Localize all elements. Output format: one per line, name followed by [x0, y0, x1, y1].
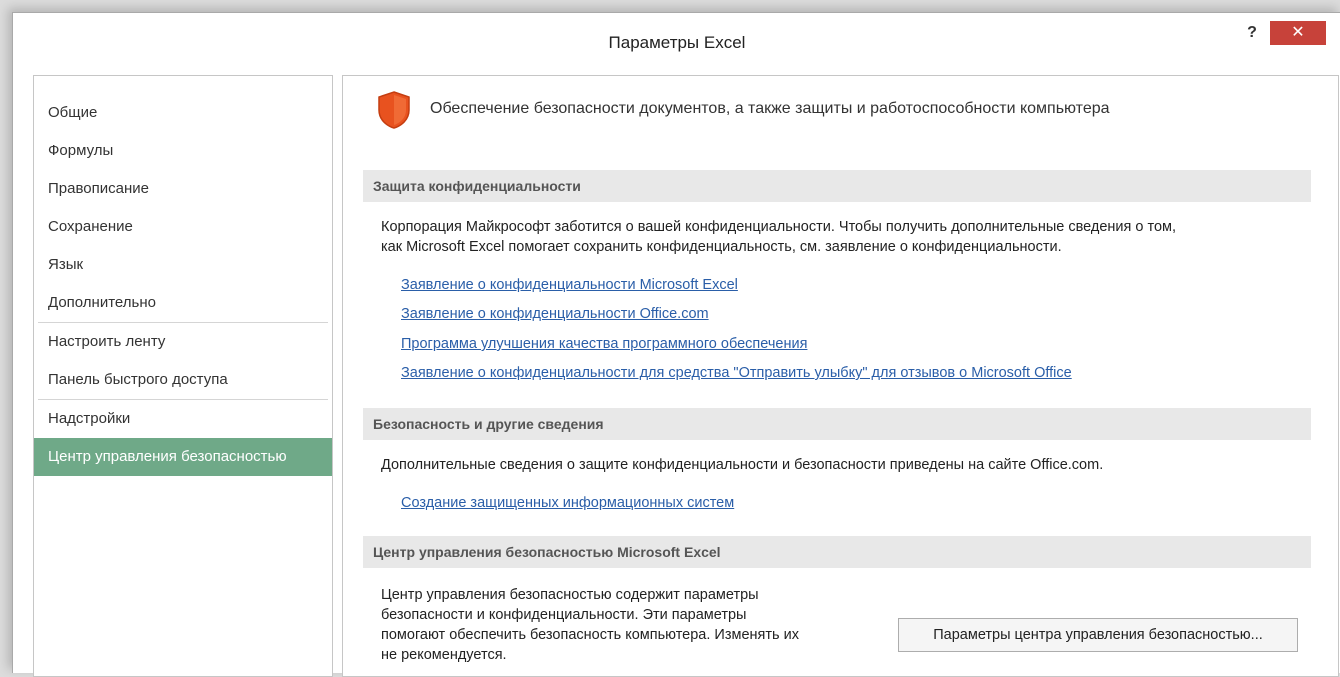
options-sidebar: Общие Формулы Правописание Сохранение Яз…	[33, 75, 333, 677]
trust-center-text-line-2: безопасности и конфиденциальности. Эти п…	[381, 607, 747, 623]
shield-icon	[378, 91, 410, 129]
sidebar-item-advanced[interactable]: Дополнительно	[34, 284, 332, 322]
link-ceip[interactable]: Программа улучшения качества программног…	[401, 336, 807, 352]
sidebar-item-quick-access-toolbar[interactable]: Панель быстрого доступа	[34, 361, 332, 399]
link-office-com-privacy-statement[interactable]: Заявление о конфиденциальности Office.co…	[401, 306, 709, 322]
trust-center-panel: Обеспечение безопасности документов, а т…	[342, 75, 1339, 677]
panel-header: Обеспечение безопасности документов, а т…	[375, 90, 1315, 130]
excel-options-dialog: Параметры Excel ? ✕ Общие Формулы Правоп…	[12, 12, 1340, 677]
trust-center-text-line-1: Центр управления безопасностью содержит …	[381, 587, 759, 603]
sidebar-item-general[interactable]: Общие	[34, 94, 332, 132]
link-secure-information-systems[interactable]: Создание защищенных информационных систе…	[401, 495, 734, 511]
trust-center-settings-button[interactable]: Параметры центра управления безопасность…	[898, 618, 1298, 652]
section-security-header: Безопасность и другие сведения	[363, 408, 1311, 440]
privacy-text-line-1: Корпорация Майкрософт заботится о вашей …	[381, 219, 1177, 235]
sidebar-item-save[interactable]: Сохранение	[34, 208, 332, 246]
section-privacy-header: Защита конфиденциальности	[363, 170, 1311, 202]
close-button[interactable]: ✕	[1270, 21, 1326, 45]
privacy-text-line-2: как Microsoft Excel помогает сохранить к…	[381, 239, 1062, 255]
sidebar-item-proofing[interactable]: Правописание	[34, 170, 332, 208]
trust-center-text-line-3: помогают обеспечить безопасность компьют…	[381, 627, 799, 643]
link-send-a-smile-privacy[interactable]: Заявление о конфиденциальности для средс…	[401, 365, 1072, 381]
dialog-title: Параметры Excel	[608, 33, 746, 52]
sidebar-item-formulas[interactable]: Формулы	[34, 132, 332, 170]
sidebar-item-language[interactable]: Язык	[34, 246, 332, 284]
sidebar-item-customize-ribbon[interactable]: Настроить ленту	[34, 323, 332, 361]
trust-center-text-line-4: не рекомендуется.	[381, 647, 507, 663]
sidebar-item-trust-center[interactable]: Центр управления безопасностью	[34, 438, 332, 476]
help-button[interactable]: ?	[1241, 23, 1263, 43]
section-trust-center-header: Центр управления безопасностью Microsoft…	[363, 536, 1311, 568]
panel-header-text: Обеспечение безопасности документов, а т…	[430, 100, 1110, 117]
security-text: Дополнительные сведения о защите конфиде…	[381, 457, 1104, 473]
sidebar-top-spacer	[34, 76, 332, 94]
title-bar: Параметры Excel ? ✕	[13, 13, 1340, 71]
sidebar-item-add-ins[interactable]: Надстройки	[34, 400, 332, 438]
link-excel-privacy-statement[interactable]: Заявление о конфиденциальности Microsoft…	[401, 277, 738, 293]
